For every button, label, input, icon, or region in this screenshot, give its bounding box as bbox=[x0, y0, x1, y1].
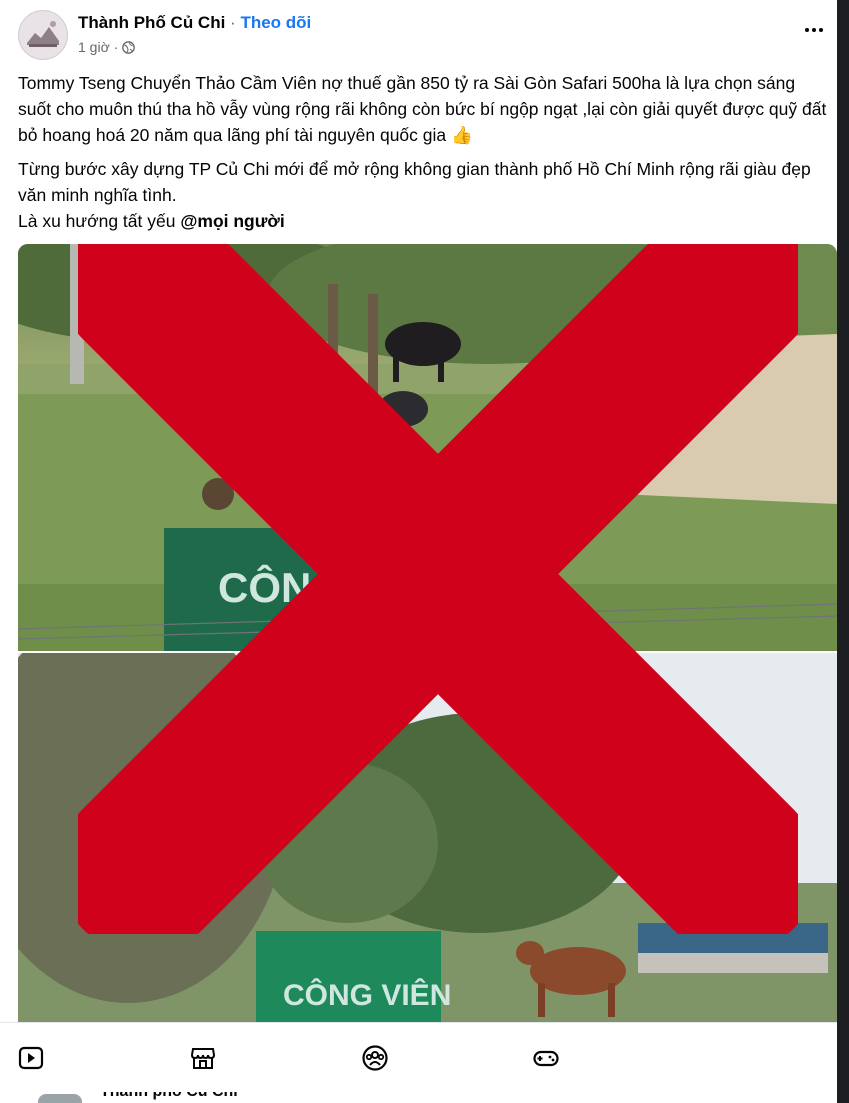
bottom-navigation-bar bbox=[0, 1022, 837, 1093]
marketplace-tab[interactable] bbox=[188, 1043, 218, 1073]
post-media[interactable]: CÔNG CÔNG VIÊN bbox=[18, 244, 837, 1024]
groups-tab[interactable] bbox=[360, 1043, 390, 1073]
post-paragraph-2: Từng bước xây dựng TP Củ Chi mới để mở r… bbox=[18, 156, 833, 234]
marketplace-icon bbox=[190, 1048, 216, 1069]
page-name[interactable]: Thành Phố Củ Chi bbox=[78, 13, 225, 32]
groups-icon bbox=[362, 1045, 388, 1071]
separator: · bbox=[225, 13, 241, 32]
next-post-page-name[interactable]: Thành phố Củ Chi bbox=[100, 1092, 238, 1101]
dot-icon bbox=[819, 28, 823, 32]
window-edge bbox=[837, 0, 849, 1103]
post-body: Tommy Tseng Chuyển Thảo Cầm Viên nợ thuế… bbox=[18, 70, 833, 242]
video-icon bbox=[18, 1046, 44, 1070]
meta-separator: · bbox=[113, 39, 119, 55]
video-tab[interactable] bbox=[16, 1043, 46, 1073]
post-paragraph-2-line-1: Từng bước xây dựng TP Củ Chi mới để mở r… bbox=[18, 159, 811, 205]
post-header: Thành Phố Củ Chi · Theo dõi 1 giờ · bbox=[18, 10, 828, 60]
photo-1-sign-text: CÔNG bbox=[218, 563, 344, 611]
page-avatar[interactable] bbox=[18, 10, 68, 60]
page-name-line: Thành Phố Củ Chi · Theo dõi bbox=[78, 13, 311, 33]
photo-1[interactable]: CÔNG bbox=[18, 244, 837, 651]
dot-icon bbox=[812, 28, 816, 32]
post-paragraph-2-line-2: Là xu hướng tất yếu bbox=[18, 211, 181, 231]
gaming-icon bbox=[533, 1050, 559, 1067]
post-meta: 1 giờ · bbox=[78, 39, 136, 55]
post-paragraph-1: Tommy Tseng Chuyển Thảo Cầm Viên nợ thuế… bbox=[18, 73, 827, 145]
next-post-avatar[interactable] bbox=[38, 1094, 82, 1103]
gaming-tab[interactable] bbox=[531, 1043, 561, 1073]
post-time[interactable]: 1 giờ bbox=[78, 39, 110, 55]
follow-button[interactable]: Theo dõi bbox=[240, 13, 311, 32]
globe-icon bbox=[122, 40, 136, 54]
photo-2-sign-text: CÔNG VIÊN bbox=[283, 978, 451, 1012]
dot-icon bbox=[805, 28, 809, 32]
next-post-peek: Thành phố Củ Chi bbox=[0, 1092, 837, 1103]
mention-link[interactable]: @mọi người bbox=[180, 211, 284, 231]
feed-post: Thành Phố Củ Chi · Theo dõi 1 giờ · Tomm… bbox=[0, 0, 837, 1103]
more-options-button[interactable] bbox=[800, 18, 828, 42]
photo-2[interactable]: CÔNG VIÊN bbox=[18, 653, 837, 1024]
avatar-logo-icon bbox=[19, 11, 67, 59]
